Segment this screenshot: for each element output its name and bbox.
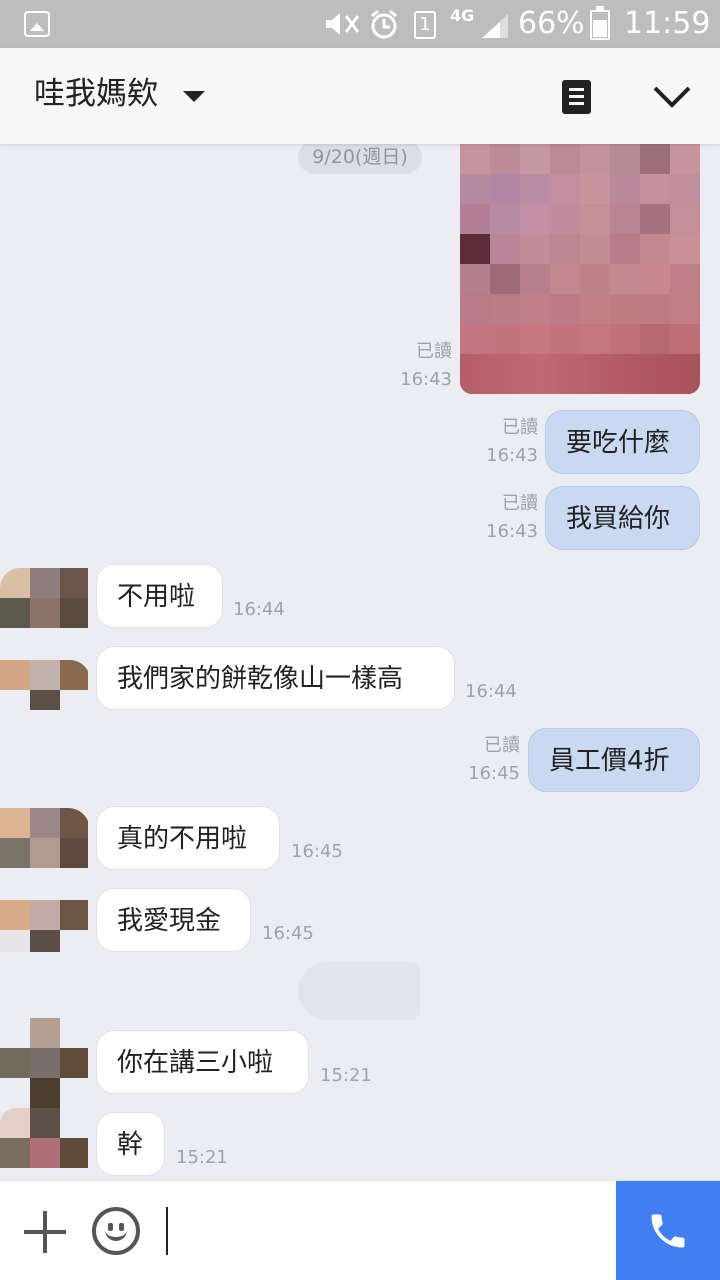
avatar[interactable]	[0, 888, 88, 952]
message-time: 16:45	[291, 841, 343, 862]
avatar[interactable]	[0, 564, 88, 628]
plus-icon[interactable]	[24, 1211, 66, 1253]
chat-header: 哇我媽欸	[0, 48, 720, 144]
signal-icon	[482, 14, 508, 38]
message-time: 16:45	[262, 923, 314, 944]
text-input[interactable]	[166, 1207, 168, 1255]
message-time: 16:44	[233, 599, 285, 620]
sim-indicator: 1	[414, 11, 436, 39]
message-bubble-incoming[interactable]: 我愛現金	[96, 888, 251, 952]
battery-icon	[590, 6, 610, 40]
network-type: 4G	[450, 6, 475, 25]
emoji-icon[interactable]	[92, 1207, 140, 1255]
message-time: 16:44	[465, 681, 517, 702]
alarm-icon	[371, 9, 397, 39]
phone-icon	[651, 1214, 685, 1248]
read-receipt: 已讀 16:43	[486, 417, 538, 466]
message-bubble-incoming[interactable]: 我們家的餅乾像山一樣高	[96, 646, 455, 710]
message-bubble-outgoing[interactable]: 我買給你	[545, 486, 700, 550]
caret-down-icon[interactable]	[183, 91, 205, 102]
message-time: 15:21	[320, 1065, 372, 1086]
message-bubble-incoming[interactable]: 幹	[96, 1112, 165, 1176]
status-bar: 1 4G 66% 11:59	[0, 0, 720, 48]
avatar[interactable]	[0, 1108, 88, 1180]
battery-percent: 66%	[518, 6, 585, 41]
clock: 11:59	[624, 6, 711, 41]
avatar[interactable]	[0, 1018, 88, 1114]
chevron-down-icon[interactable]	[652, 84, 692, 110]
message-list[interactable]: 9/20(週日) 已讀 16:43 已讀 16:43 要吃什麼 已讀 16:43…	[0, 144, 720, 1180]
message-bubble-outgoing[interactable]: 要吃什麼	[545, 410, 700, 474]
message-bubble-incoming[interactable]: 不用啦	[96, 564, 223, 628]
photo-message[interactable]	[460, 144, 700, 394]
avatar[interactable]	[0, 646, 88, 710]
read-receipt: 已讀 16:43	[486, 493, 538, 542]
message-bubble-incoming[interactable]: 你在講三小啦	[96, 1030, 309, 1094]
read-receipt: 已讀 16:45	[468, 735, 520, 784]
call-button[interactable]	[616, 1181, 720, 1280]
photo-read-receipt: 已讀 16:43	[400, 341, 452, 390]
hidden-message	[298, 962, 420, 1020]
message-bubble-incoming[interactable]: 真的不用啦	[96, 806, 280, 870]
mute-icon	[326, 13, 360, 35]
avatar[interactable]	[0, 806, 88, 870]
notes-icon[interactable]	[562, 80, 591, 114]
message-bubble-outgoing[interactable]: 員工價4折	[528, 728, 700, 792]
message-time: 15:21	[176, 1147, 228, 1168]
image-icon	[24, 11, 50, 37]
message-input-bar	[0, 1180, 720, 1280]
chat-title[interactable]: 哇我媽欸	[34, 74, 158, 114]
date-separator: 9/20(週日)	[298, 144, 422, 174]
